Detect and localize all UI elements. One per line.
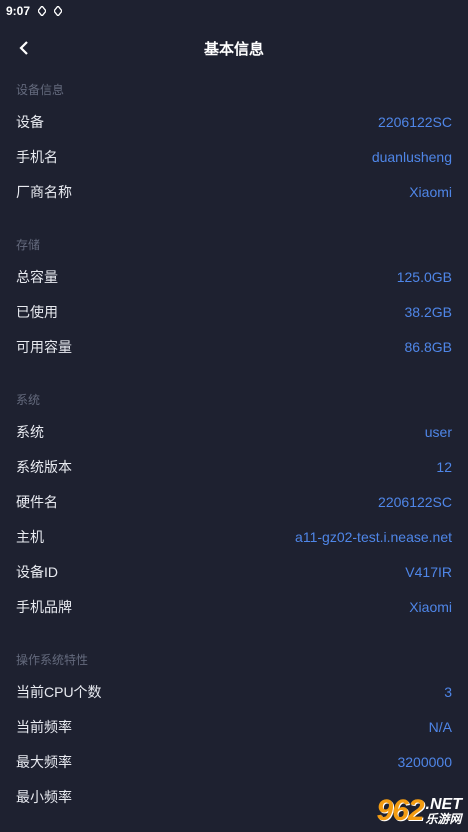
row-label: 系统 [16, 423, 44, 440]
info-row: 当前CPU个数 3 [0, 674, 468, 709]
info-row: 系统 user [0, 414, 468, 449]
row-value: a11-gz02-test.i.nease.net [295, 528, 452, 545]
watermark-site-name: 乐游网 [425, 812, 462, 826]
notification-icon [54, 6, 63, 16]
info-row: 最大频率 3200000 [0, 744, 468, 779]
info-row: 手机名 duanlusheng [0, 139, 468, 174]
row-label: 手机品牌 [16, 598, 72, 615]
info-row: 手机品牌 Xiaomi [0, 589, 468, 624]
section-os-features: 操作系统特性 当前CPU个数 3 当前频率 N/A 最大频率 3200000 最小频率 [0, 646, 468, 814]
section-title: 设备信息 [16, 83, 65, 97]
notification-icon [38, 6, 47, 16]
site-watermark-logo: 962 .NET 乐游网 [327, 792, 462, 830]
section-title: 存储 [16, 238, 41, 252]
top-bar: 基本信息 [0, 28, 468, 68]
info-row: 可用容量 86.8GB [0, 329, 468, 364]
row-value: user [424, 423, 452, 440]
row-label: 厂商名称 [16, 183, 72, 200]
info-row: 总容量 125.0GB [0, 259, 468, 294]
info-row: 硬件名 2206122SC [0, 484, 468, 519]
row-value: 125.0GB [396, 268, 452, 285]
row-label: 设备 [16, 113, 44, 130]
info-row: 已使用 38.2GB [0, 294, 468, 329]
row-label: 可用容量 [16, 338, 72, 355]
row-value: Xiaomi [409, 598, 452, 615]
row-value: duanlusheng [371, 148, 452, 165]
row-value: 2206122SC [378, 113, 452, 130]
back-button[interactable] [12, 34, 36, 62]
row-label: 手机名 [16, 148, 58, 165]
watermark-net: .NET [425, 796, 462, 813]
chevron-left-icon [19, 41, 28, 55]
info-row: 厂商名称 Xiaomi [0, 174, 468, 209]
info-list: 设备信息 设备 2206122SC 手机名 duanlusheng 厂商名称 Xiao… [0, 76, 468, 814]
status-time: 9:07 [6, 4, 31, 18]
row-label: 已使用 [16, 303, 58, 320]
info-row: 设备ID V417IR [0, 554, 468, 589]
row-value: 3 [444, 683, 452, 700]
watermark-number: 962 [376, 794, 424, 827]
section-system: 系统 系统 user 系统版本 12 硬件名 2206122SC 主机 a11-gz02… [0, 386, 468, 624]
row-value: 38.2GB [404, 303, 452, 320]
row-value: Xiaomi [409, 183, 452, 200]
info-row: 设备 2206122SC [0, 104, 468, 139]
status-bar: 9:07 [0, 0, 468, 22]
row-label: 系统版本 [16, 458, 72, 475]
row-label: 当前频率 [16, 718, 72, 735]
info-row: 系统版本 12 [0, 449, 468, 484]
info-row: 主机 a11-gz02-test.i.nease.net [0, 519, 468, 554]
row-label: 最小频率 [16, 788, 72, 805]
row-label: 最大频率 [16, 753, 72, 770]
row-value: 2206122SC [378, 493, 452, 510]
row-label: 当前CPU个数 [16, 683, 102, 700]
row-value: 3200000 [397, 753, 452, 770]
row-value: N/A [428, 718, 452, 735]
section-device: 设备信息 设备 2206122SC 手机名 duanlusheng 厂商名称 Xiao… [0, 76, 468, 209]
section-title: 操作系统特性 [16, 653, 89, 667]
section-storage: 存储 总容量 125.0GB 已使用 38.2GB 可用容量 86.8GB [0, 231, 468, 364]
row-label: 总容量 [16, 268, 58, 285]
row-value: V417IR [405, 563, 452, 580]
row-label: 设备ID [16, 563, 58, 580]
row-value: 12 [436, 458, 452, 475]
row-value: 86.8GB [404, 338, 452, 355]
info-row: 当前频率 N/A [0, 709, 468, 744]
row-label: 硬件名 [16, 493, 58, 510]
page-title: 基本信息 [203, 40, 264, 58]
section-title: 系统 [16, 393, 41, 407]
row-label: 主机 [16, 528, 44, 545]
